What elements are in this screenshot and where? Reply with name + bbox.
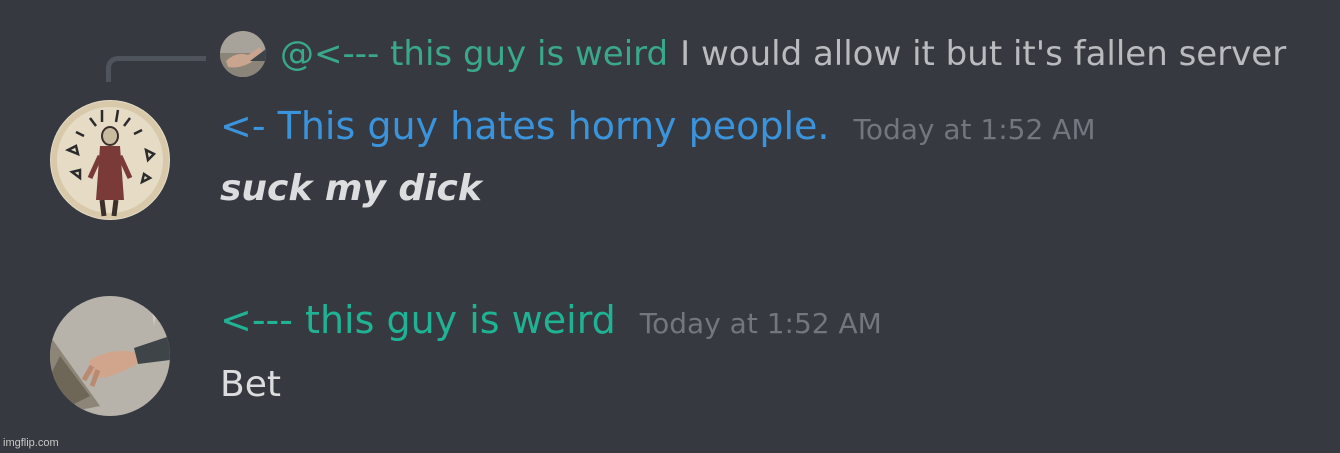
message-header: <- This guy hates horny people. Today at… — [220, 104, 1096, 148]
message-content: suck my dick — [220, 168, 482, 209]
reply-mention[interactable]: @<--- this guy is weird — [280, 34, 668, 74]
reply-text[interactable]: I would allow it but it's fallen server — [680, 34, 1286, 74]
username[interactable]: <- This guy hates horny people. — [220, 104, 829, 148]
message-header: <--- this guy is weird Today at 1:52 AM — [220, 298, 882, 342]
sketch-figure-avatar-icon[interactable] — [50, 100, 170, 220]
reply-reference[interactable]: @<--- this guy is weird I would allow it… — [220, 30, 1286, 78]
username[interactable]: <--- this guy is weird — [220, 298, 616, 342]
reply-connector-line — [106, 56, 206, 82]
chat-view: @<--- this guy is weird I would allow it… — [0, 0, 1340, 453]
timestamp[interactable]: Today at 1:52 AM — [640, 307, 882, 340]
hand-photo-avatar-icon[interactable] — [50, 296, 170, 416]
message-content: Bet — [220, 364, 281, 405]
reply-avatar-icon[interactable] — [220, 31, 266, 77]
timestamp[interactable]: Today at 1:52 AM — [853, 113, 1095, 146]
watermark: imgflip.com — [3, 437, 59, 449]
